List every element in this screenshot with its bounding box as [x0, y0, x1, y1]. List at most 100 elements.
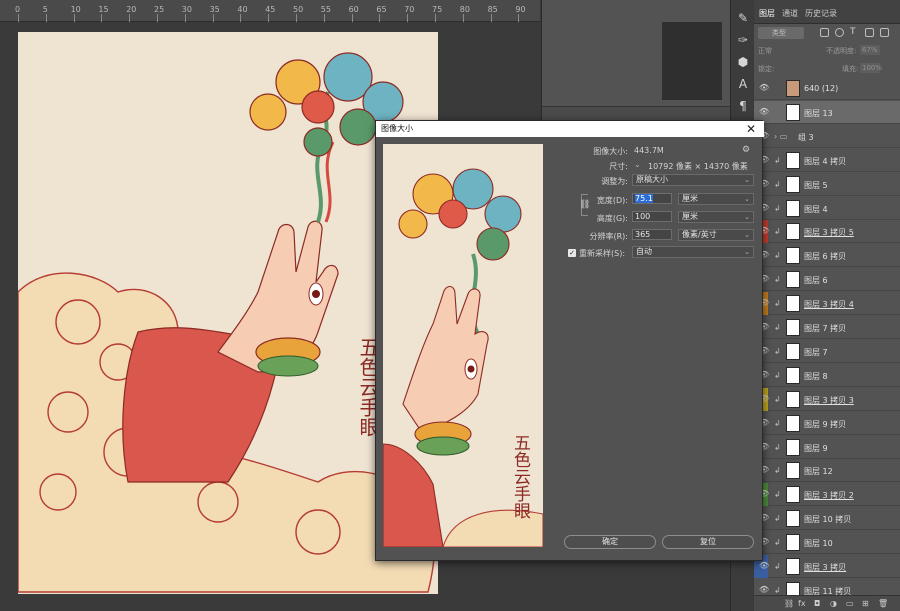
layer-thumbnail[interactable] [786, 175, 800, 193]
layer-row[interactable]: 👁 图层 13 [754, 100, 900, 124]
resample-checkbox[interactable]: ✓ [568, 249, 576, 257]
new-group-icon[interactable]: ▭ [846, 599, 854, 608]
layer-name: 图层 3 拷贝 5 [804, 228, 854, 238]
layer-thumbnail[interactable] [786, 486, 800, 504]
visibility-eye-icon[interactable]: 👁 [759, 585, 769, 594]
layer-filter-dropdown[interactable]: 类型 [758, 27, 804, 39]
gear-icon[interactable]: ⚙ [742, 145, 750, 155]
ok-button[interactable]: 确定 [564, 535, 656, 549]
ruler-tick [73, 14, 75, 22]
dimensions-label: 尺寸: [609, 162, 628, 171]
layer-row[interactable]: 👁 ↲ 图层 7 拷贝 [754, 316, 900, 339]
layer-thumbnail[interactable] [786, 271, 800, 289]
layer-thumbnail[interactable] [786, 247, 800, 265]
opacity-field[interactable]: 67% [860, 45, 880, 55]
visibility-eye-icon[interactable]: 👁 [759, 84, 769, 92]
fit-to-dropdown[interactable]: 原稿大小 ⌄ [632, 174, 754, 186]
reset-button[interactable]: 复位 [662, 535, 754, 549]
layer-row[interactable]: 👁 ↲ 图层 9 拷贝 [754, 412, 900, 435]
smart-object-filter-icon[interactable] [880, 28, 889, 37]
character-icon[interactable]: A [735, 76, 751, 92]
height-field[interactable]: 100 [632, 211, 672, 222]
dimensions-chevron-icon[interactable]: ⌄ [634, 160, 641, 169]
layer-row[interactable]: 👁 ↲ 图层 6 拷贝 [754, 244, 900, 268]
visibility-eye-icon[interactable]: 👁 [759, 107, 769, 116]
ruler-tick [407, 14, 409, 22]
clone-source-icon[interactable]: ⬢ [735, 54, 751, 70]
layer-thumbnail[interactable] [786, 438, 800, 456]
visibility-eye-icon[interactable]: 👁 [759, 562, 769, 570]
layer-row[interactable]: 👁 ↲ 图层 7 [754, 340, 900, 363]
layer-row[interactable]: 👁 ↲ 图层 10 [754, 531, 900, 555]
brush-icon[interactable]: ✎ [735, 10, 751, 26]
layer-row[interactable]: 👁 ↲ 图层 3 拷贝 5 [754, 220, 900, 244]
layer-row[interactable]: 👁 ↲ 图层 9 [754, 436, 900, 459]
fx-icon[interactable]: fx [798, 599, 806, 608]
width-value: 75.1 [635, 194, 653, 203]
layer-thumbnail[interactable] [786, 199, 800, 217]
layer-thumbnail[interactable] [786, 510, 800, 528]
ruler-label: 70 [404, 5, 415, 14]
blend-mode-dropdown[interactable]: 正常 [758, 46, 772, 56]
height-unit-dropdown[interactable]: 厘米 ⌄ [678, 211, 754, 223]
layer-thumbnail[interactable] [786, 151, 800, 169]
brush-presets-icon[interactable]: ✑ [735, 32, 751, 48]
layer-row[interactable]: 👁 ↲ 图层 10 拷贝 [754, 507, 900, 531]
tab-layers[interactable]: 图层 [759, 8, 775, 19]
layer-thumbnail[interactable] [786, 103, 800, 121]
layer-name: 图层 3 拷贝 2 [804, 491, 854, 501]
width-field[interactable]: 75.1 [632, 193, 672, 204]
resolution-unit-dropdown[interactable]: 像素/英寸 ⌄ [678, 229, 754, 241]
new-layer-icon[interactable]: ⊞ [862, 599, 869, 608]
layer-thumbnail[interactable] [786, 342, 800, 360]
layer-row[interactable]: 👁 ↲ 图层 8 [754, 364, 900, 387]
layer-thumbnail[interactable] [786, 462, 800, 480]
fill-field[interactable]: 100% [860, 63, 882, 73]
horizontal-ruler[interactable]: 05101520253035404550556065707580859095 [0, 0, 553, 22]
clipping-mask-icon: ↲ [774, 514, 781, 524]
layer-thumbnail[interactable] [786, 366, 800, 384]
layer-row[interactable]: 👁 640 (12) [754, 77, 900, 100]
layer-thumbnail[interactable] [786, 414, 800, 432]
dialog-title[interactable]: 图像大小 [376, 121, 764, 137]
layer-thumbnail[interactable] [786, 295, 800, 313]
tab-channels[interactable]: 通道 [782, 8, 798, 19]
ruler-label: 35 [209, 5, 220, 14]
link-layers-icon[interactable]: ⛓ [784, 599, 794, 608]
layer-thumbnail[interactable] [786, 558, 800, 575]
layer-thumbnail[interactable] [786, 390, 800, 408]
folder-icon[interactable]: › ▭ [774, 132, 787, 141]
close-icon[interactable]: ✕ [746, 121, 756, 137]
resolution-field[interactable]: 365 [632, 229, 672, 240]
add-mask-icon[interactable]: ◘ [814, 599, 820, 608]
tab-history[interactable]: 历史记录 [805, 8, 837, 19]
layer-thumbnail[interactable] [786, 223, 800, 241]
shape-filter-icon[interactable] [865, 28, 874, 37]
ruler-label: 55 [320, 5, 331, 14]
ruler-label: 45 [265, 5, 276, 14]
image-preview[interactable]: 五色云手眼 [383, 144, 543, 547]
adjustment-layer-icon[interactable]: ◑ [830, 599, 837, 608]
width-unit-dropdown[interactable]: 厘米 ⌄ [678, 193, 754, 205]
pixel-filter-icon[interactable] [820, 28, 829, 37]
layer-row[interactable]: 👁 ↲ 图层 3 拷贝 4 [754, 292, 900, 316]
paragraph-icon[interactable]: ¶ [735, 98, 751, 114]
layer-row[interactable]: 👁 ↲ 图层 4 拷贝 [754, 149, 900, 172]
layer-thumbnail[interactable] [786, 534, 800, 552]
layer-group-row[interactable]: 👁 › ▭ 组 3 [754, 125, 900, 148]
layer-thumbnail[interactable] [786, 80, 800, 97]
layer-row[interactable]: 👁 ↲ 图层 3 拷贝 [754, 555, 900, 578]
layer-thumbnail[interactable] [786, 319, 800, 336]
navigator-preview [662, 22, 722, 100]
layer-row[interactable]: 👁 ↲ 图层 3 拷贝 2 [754, 483, 900, 507]
delete-layer-icon[interactable]: 🗑 [878, 599, 888, 608]
adjustment-filter-icon[interactable] [835, 28, 844, 37]
layer-row[interactable]: 👁 ↲ 图层 6 [754, 268, 900, 292]
resample-dropdown[interactable]: 自动 ⌄ [632, 246, 754, 258]
layer-row[interactable]: 👁 ↲ 图层 4 [754, 197, 900, 220]
layer-row[interactable]: 👁 ↲ 图层 12 [754, 459, 900, 483]
type-filter-icon[interactable]: T [850, 28, 859, 37]
layer-row[interactable]: 👁 ↲ 图层 5 [754, 173, 900, 196]
layer-row[interactable]: 👁 ↲ 图层 3 拷贝 3 [754, 387, 900, 411]
clipping-mask-icon: ↲ [774, 323, 781, 332]
